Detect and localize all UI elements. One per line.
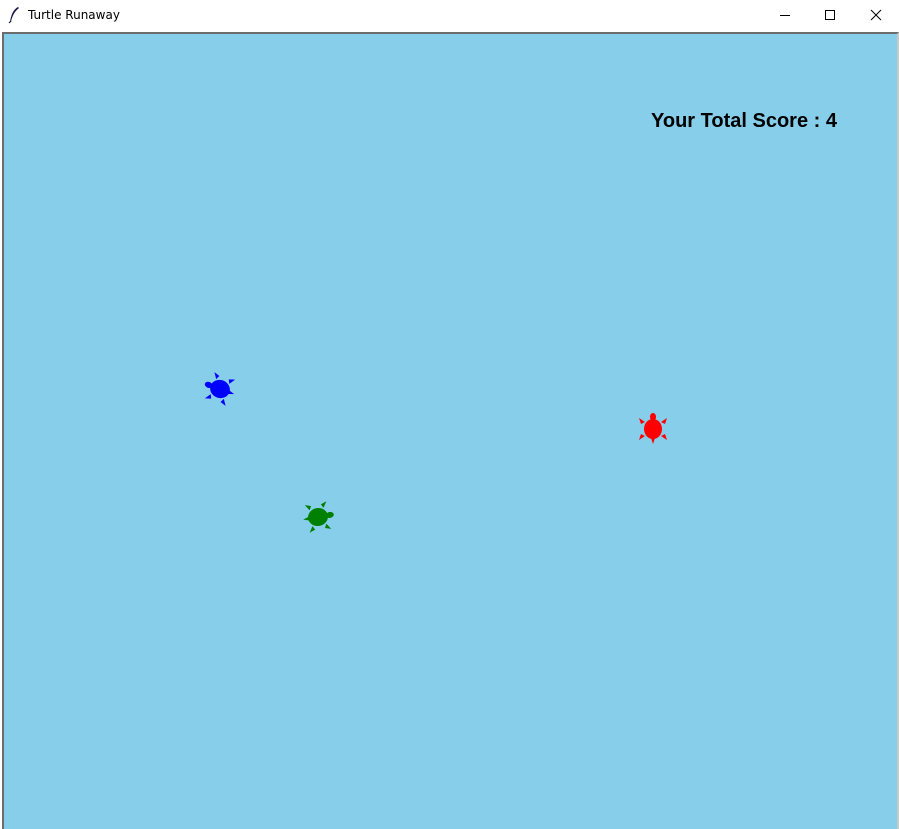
maximize-button[interactable]	[807, 0, 853, 30]
maximize-icon	[825, 10, 835, 20]
red-turtle	[639, 413, 667, 444]
blue-turtle	[204, 372, 236, 406]
green-turtle	[303, 501, 334, 533]
close-icon	[870, 9, 882, 21]
score-display: Your Total Score : 4	[651, 110, 837, 132]
app-window: Turtle Runaway Your Total Score : 4	[0, 0, 899, 829]
window-title: Turtle Runaway	[28, 8, 120, 22]
minimize-button[interactable]	[762, 0, 808, 30]
feather-icon	[8, 7, 19, 24]
close-button[interactable]	[853, 0, 899, 30]
title-bar[interactable]: Turtle Runaway	[0, 0, 899, 31]
game-canvas[interactable]: Your Total Score : 4	[2, 32, 899, 829]
minimize-icon	[780, 15, 790, 16]
